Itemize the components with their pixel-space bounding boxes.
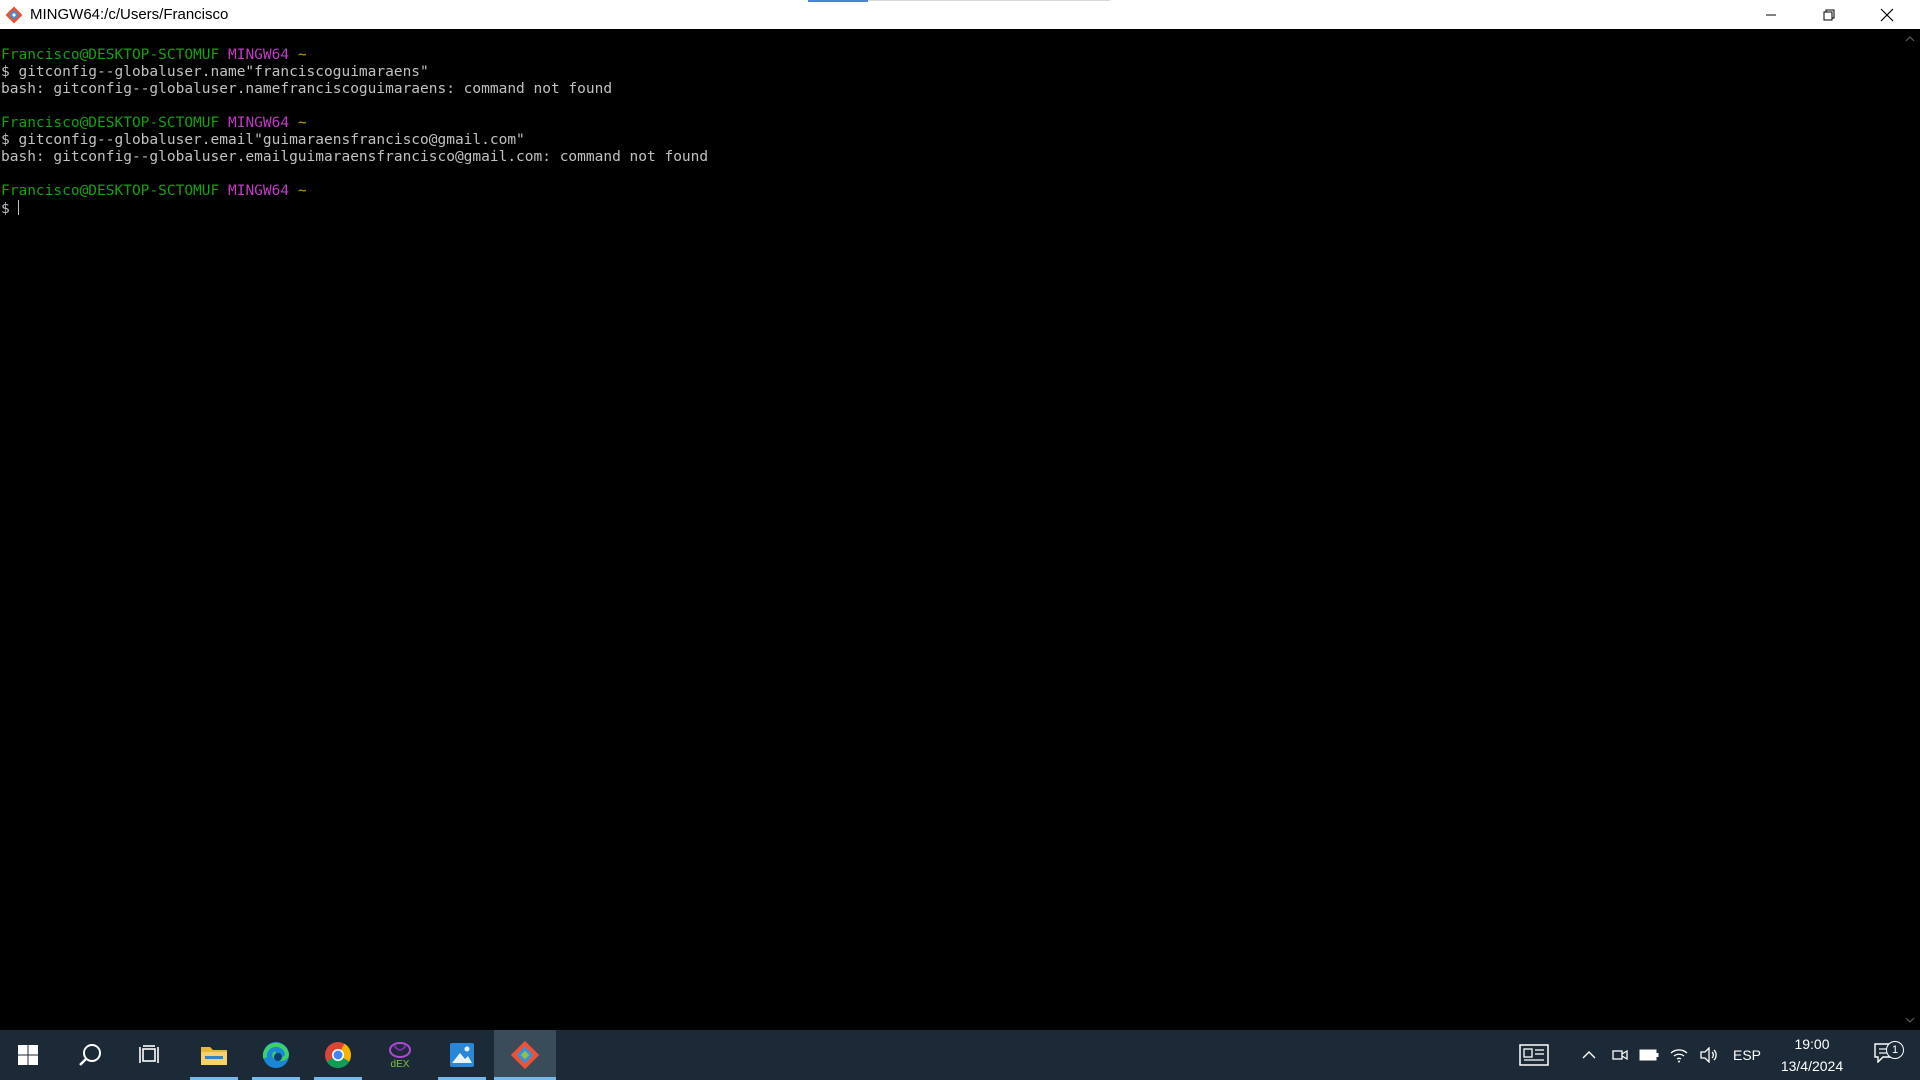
prompt-line: Francisco@DESKTOP-SCTOMUF MINGW64 ~ [0,115,1900,132]
git-icon [510,1040,540,1070]
minimize-icon [1766,14,1776,15]
svg-text:dEX: dEX [391,1059,410,1069]
terminal-window: MINGW64:/c/Users/Francisco Francisco@DES… [0,0,1920,1030]
search-icon [79,1044,101,1066]
language-indicator[interactable]: ESP [1730,1030,1764,1080]
search-button[interactable] [62,1030,118,1080]
prompt-env: MINGW64 [227,115,290,131]
scroll-up-arrow-icon[interactable] [1904,33,1916,45]
title-bar[interactable]: MINGW64:/c/Users/Francisco [0,0,1920,29]
prompt-line: Francisco@DESKTOP-SCTOMUF MINGW64 ~ [0,183,1900,200]
prompt-dir: ~ [297,183,307,199]
title-accent-strip [808,0,868,2]
network-button[interactable] [1668,1030,1690,1080]
action-center-button[interactable]: 1 [1868,1030,1904,1080]
volume-button[interactable] [1698,1030,1720,1080]
news-widget-button[interactable] [1516,1030,1552,1080]
input-line[interactable]: $ [0,200,1900,217]
prompt-dir: ~ [297,47,307,63]
battery-icon [1639,1049,1659,1061]
taskbar-git-bash[interactable] [494,1030,556,1080]
prompt-user-host: Francisco@DESKTOP-SCTOMUF [1,183,220,199]
minimize-button[interactable] [1742,0,1800,29]
scroll-down-arrow-icon[interactable] [1904,1014,1916,1026]
prompt-env: MINGW64 [227,183,290,199]
command-line: $ gitconfig--globaluser.email"guimaraens… [1,132,525,148]
camera-icon [1612,1049,1628,1061]
speaker-icon [1700,1047,1717,1063]
clock-time: 19:00 [1794,1036,1830,1052]
task-view-icon [139,1045,159,1063]
git-icon [4,5,24,25]
show-hidden-icons-button[interactable] [1580,1030,1598,1080]
terminal-output[interactable]: Francisco@DESKTOP-SCTOMUF MINGW64 ~ $ gi… [0,29,1900,1030]
window-title: MINGW64:/c/Users/Francisco [30,6,229,23]
clock[interactable]: 19:00 13/4/2024 [1764,1030,1860,1080]
start-button[interactable] [0,1030,56,1080]
taskbar-file-explorer[interactable] [186,1030,242,1080]
taskbar-edge[interactable] [248,1030,304,1080]
taskbar-dex[interactable]: dEX [372,1030,428,1080]
close-button[interactable] [1858,0,1916,29]
notification-count-badge: 1 [1886,1041,1904,1059]
restore-icon [1823,9,1835,20]
taskbar-photos[interactable] [434,1030,490,1080]
language-label: ESP [1732,1047,1761,1063]
battery-button[interactable] [1638,1030,1660,1080]
command-output: bash: gitconfig--globaluser.namefrancisc… [1,81,613,97]
vertical-scrollbar[interactable] [1900,29,1920,1030]
restore-button[interactable] [1800,0,1858,29]
prompt-env: MINGW64 [227,47,290,63]
command-output: bash: gitconfig--globaluser.emailguimara… [1,149,709,165]
dex-icon: dEX [389,1042,411,1069]
prompt-user-host: Francisco@DESKTOP-SCTOMUF [1,115,220,131]
clock-date: 13/4/2024 [1780,1058,1844,1074]
title-divider [868,0,1110,1]
prompt-dir: ~ [297,115,307,131]
folder-icon [201,1047,227,1065]
chevron-up-icon [1582,1051,1596,1059]
text-cursor [18,200,20,215]
windows-logo-icon [18,1045,38,1065]
taskbar-chrome[interactable] [310,1030,366,1080]
wifi-icon [1670,1049,1688,1063]
taskbar: dEX ESP 19:00 13/4/2024 1 [0,1030,1920,1080]
task-view-button[interactable] [122,1030,178,1080]
current-command: $ [1,201,19,217]
meet-now-button[interactable] [1610,1030,1630,1080]
close-icon [1880,8,1894,21]
command-line: $ gitconfig--globaluser.name"franciscogu… [1,64,429,80]
prompt-user-host: Francisco@DESKTOP-SCTOMUF [1,47,220,63]
edge-icon [262,1042,290,1068]
news-icon [1519,1044,1549,1066]
chrome-icon [325,1042,352,1069]
photos-icon [450,1043,474,1067]
prompt-line: Francisco@DESKTOP-SCTOMUF MINGW64 ~ [0,47,1900,64]
